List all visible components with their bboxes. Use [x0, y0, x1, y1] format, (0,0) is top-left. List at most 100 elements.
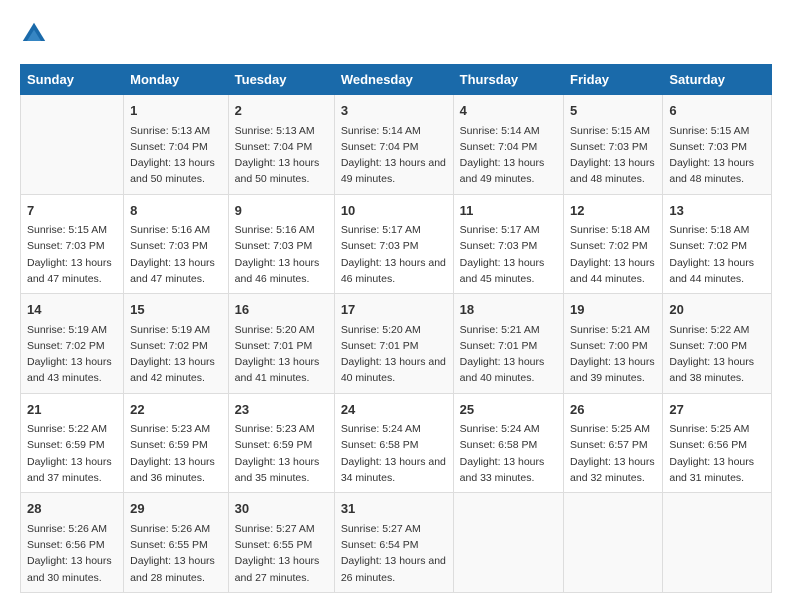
calendar-cell: 27Sunrise: 5:25 AMSunset: 6:56 PMDayligh… [663, 393, 772, 493]
calendar-cell: 10Sunrise: 5:17 AMSunset: 7:03 PMDayligh… [334, 194, 453, 294]
calendar-cell: 22Sunrise: 5:23 AMSunset: 6:59 PMDayligh… [124, 393, 229, 493]
week-row-4: 21Sunrise: 5:22 AMSunset: 6:59 PMDayligh… [21, 393, 772, 493]
day-number: 20 [669, 300, 765, 320]
day-number: 21 [27, 400, 117, 420]
calendar-cell: 1Sunrise: 5:13 AMSunset: 7:04 PMDaylight… [124, 95, 229, 195]
day-number: 14 [27, 300, 117, 320]
cell-info: Sunrise: 5:15 AMSunset: 7:03 PMDaylight:… [27, 222, 117, 287]
calendar-cell: 16Sunrise: 5:20 AMSunset: 7:01 PMDayligh… [228, 294, 334, 394]
day-number: 16 [235, 300, 328, 320]
day-number: 13 [669, 201, 765, 221]
day-number: 3 [341, 101, 447, 121]
col-header-thursday: Thursday [453, 65, 563, 95]
day-number: 7 [27, 201, 117, 221]
cell-info: Sunrise: 5:21 AMSunset: 7:00 PMDaylight:… [570, 322, 656, 387]
cell-info: Sunrise: 5:15 AMSunset: 7:03 PMDaylight:… [570, 123, 656, 188]
cell-info: Sunrise: 5:13 AMSunset: 7:04 PMDaylight:… [235, 123, 328, 188]
day-number: 17 [341, 300, 447, 320]
calendar-cell: 23Sunrise: 5:23 AMSunset: 6:59 PMDayligh… [228, 393, 334, 493]
calendar-cell: 8Sunrise: 5:16 AMSunset: 7:03 PMDaylight… [124, 194, 229, 294]
calendar-cell: 12Sunrise: 5:18 AMSunset: 7:02 PMDayligh… [564, 194, 663, 294]
cell-info: Sunrise: 5:14 AMSunset: 7:04 PMDaylight:… [460, 123, 557, 188]
cell-info: Sunrise: 5:22 AMSunset: 6:59 PMDaylight:… [27, 421, 117, 486]
cell-info: Sunrise: 5:17 AMSunset: 7:03 PMDaylight:… [460, 222, 557, 287]
calendar-cell [663, 493, 772, 593]
day-number: 18 [460, 300, 557, 320]
calendar-cell [21, 95, 124, 195]
cell-info: Sunrise: 5:15 AMSunset: 7:03 PMDaylight:… [669, 123, 765, 188]
page-header [20, 20, 772, 48]
day-number: 12 [570, 201, 656, 221]
day-number: 28 [27, 499, 117, 519]
calendar-cell: 11Sunrise: 5:17 AMSunset: 7:03 PMDayligh… [453, 194, 563, 294]
cell-info: Sunrise: 5:16 AMSunset: 7:03 PMDaylight:… [130, 222, 222, 287]
day-number: 10 [341, 201, 447, 221]
week-row-3: 14Sunrise: 5:19 AMSunset: 7:02 PMDayligh… [21, 294, 772, 394]
logo-icon [20, 20, 48, 48]
cell-info: Sunrise: 5:26 AMSunset: 6:55 PMDaylight:… [130, 521, 222, 586]
calendar-cell: 6Sunrise: 5:15 AMSunset: 7:03 PMDaylight… [663, 95, 772, 195]
cell-info: Sunrise: 5:18 AMSunset: 7:02 PMDaylight:… [669, 222, 765, 287]
day-number: 24 [341, 400, 447, 420]
week-row-5: 28Sunrise: 5:26 AMSunset: 6:56 PMDayligh… [21, 493, 772, 593]
day-number: 9 [235, 201, 328, 221]
calendar-cell: 20Sunrise: 5:22 AMSunset: 7:00 PMDayligh… [663, 294, 772, 394]
cell-info: Sunrise: 5:13 AMSunset: 7:04 PMDaylight:… [130, 123, 222, 188]
cell-info: Sunrise: 5:19 AMSunset: 7:02 PMDaylight:… [27, 322, 117, 387]
calendar-cell: 13Sunrise: 5:18 AMSunset: 7:02 PMDayligh… [663, 194, 772, 294]
cell-info: Sunrise: 5:20 AMSunset: 7:01 PMDaylight:… [235, 322, 328, 387]
col-header-saturday: Saturday [663, 65, 772, 95]
cell-info: Sunrise: 5:25 AMSunset: 6:56 PMDaylight:… [669, 421, 765, 486]
cell-info: Sunrise: 5:26 AMSunset: 6:56 PMDaylight:… [27, 521, 117, 586]
cell-info: Sunrise: 5:20 AMSunset: 7:01 PMDaylight:… [341, 322, 447, 387]
cell-info: Sunrise: 5:25 AMSunset: 6:57 PMDaylight:… [570, 421, 656, 486]
calendar-cell: 3Sunrise: 5:14 AMSunset: 7:04 PMDaylight… [334, 95, 453, 195]
day-number: 30 [235, 499, 328, 519]
cell-info: Sunrise: 5:23 AMSunset: 6:59 PMDaylight:… [130, 421, 222, 486]
day-number: 29 [130, 499, 222, 519]
calendar-cell: 28Sunrise: 5:26 AMSunset: 6:56 PMDayligh… [21, 493, 124, 593]
calendar-table: SundayMondayTuesdayWednesdayThursdayFrid… [20, 64, 772, 593]
calendar-cell: 26Sunrise: 5:25 AMSunset: 6:57 PMDayligh… [564, 393, 663, 493]
cell-info: Sunrise: 5:17 AMSunset: 7:03 PMDaylight:… [341, 222, 447, 287]
calendar-cell: 31Sunrise: 5:27 AMSunset: 6:54 PMDayligh… [334, 493, 453, 593]
calendar-cell: 17Sunrise: 5:20 AMSunset: 7:01 PMDayligh… [334, 294, 453, 394]
calendar-cell [564, 493, 663, 593]
day-number: 4 [460, 101, 557, 121]
week-row-2: 7Sunrise: 5:15 AMSunset: 7:03 PMDaylight… [21, 194, 772, 294]
cell-info: Sunrise: 5:21 AMSunset: 7:01 PMDaylight:… [460, 322, 557, 387]
cell-info: Sunrise: 5:16 AMSunset: 7:03 PMDaylight:… [235, 222, 328, 287]
day-number: 23 [235, 400, 328, 420]
calendar-cell: 30Sunrise: 5:27 AMSunset: 6:55 PMDayligh… [228, 493, 334, 593]
day-number: 1 [130, 101, 222, 121]
calendar-cell: 25Sunrise: 5:24 AMSunset: 6:58 PMDayligh… [453, 393, 563, 493]
col-header-sunday: Sunday [21, 65, 124, 95]
calendar-cell: 21Sunrise: 5:22 AMSunset: 6:59 PMDayligh… [21, 393, 124, 493]
calendar-cell: 9Sunrise: 5:16 AMSunset: 7:03 PMDaylight… [228, 194, 334, 294]
day-number: 5 [570, 101, 656, 121]
day-number: 25 [460, 400, 557, 420]
col-header-friday: Friday [564, 65, 663, 95]
cell-info: Sunrise: 5:22 AMSunset: 7:00 PMDaylight:… [669, 322, 765, 387]
calendar-cell [453, 493, 563, 593]
calendar-cell: 29Sunrise: 5:26 AMSunset: 6:55 PMDayligh… [124, 493, 229, 593]
cell-info: Sunrise: 5:19 AMSunset: 7:02 PMDaylight:… [130, 322, 222, 387]
col-header-wednesday: Wednesday [334, 65, 453, 95]
calendar-cell: 18Sunrise: 5:21 AMSunset: 7:01 PMDayligh… [453, 294, 563, 394]
calendar-cell: 5Sunrise: 5:15 AMSunset: 7:03 PMDaylight… [564, 95, 663, 195]
cell-info: Sunrise: 5:24 AMSunset: 6:58 PMDaylight:… [460, 421, 557, 486]
calendar-cell: 4Sunrise: 5:14 AMSunset: 7:04 PMDaylight… [453, 95, 563, 195]
day-number: 22 [130, 400, 222, 420]
day-number: 31 [341, 499, 447, 519]
col-header-tuesday: Tuesday [228, 65, 334, 95]
cell-info: Sunrise: 5:14 AMSunset: 7:04 PMDaylight:… [341, 123, 447, 188]
day-number: 11 [460, 201, 557, 221]
day-number: 15 [130, 300, 222, 320]
cell-info: Sunrise: 5:18 AMSunset: 7:02 PMDaylight:… [570, 222, 656, 287]
calendar-cell: 24Sunrise: 5:24 AMSunset: 6:58 PMDayligh… [334, 393, 453, 493]
cell-info: Sunrise: 5:23 AMSunset: 6:59 PMDaylight:… [235, 421, 328, 486]
cell-info: Sunrise: 5:27 AMSunset: 6:55 PMDaylight:… [235, 521, 328, 586]
calendar-cell: 15Sunrise: 5:19 AMSunset: 7:02 PMDayligh… [124, 294, 229, 394]
cell-info: Sunrise: 5:27 AMSunset: 6:54 PMDaylight:… [341, 521, 447, 586]
day-number: 2 [235, 101, 328, 121]
